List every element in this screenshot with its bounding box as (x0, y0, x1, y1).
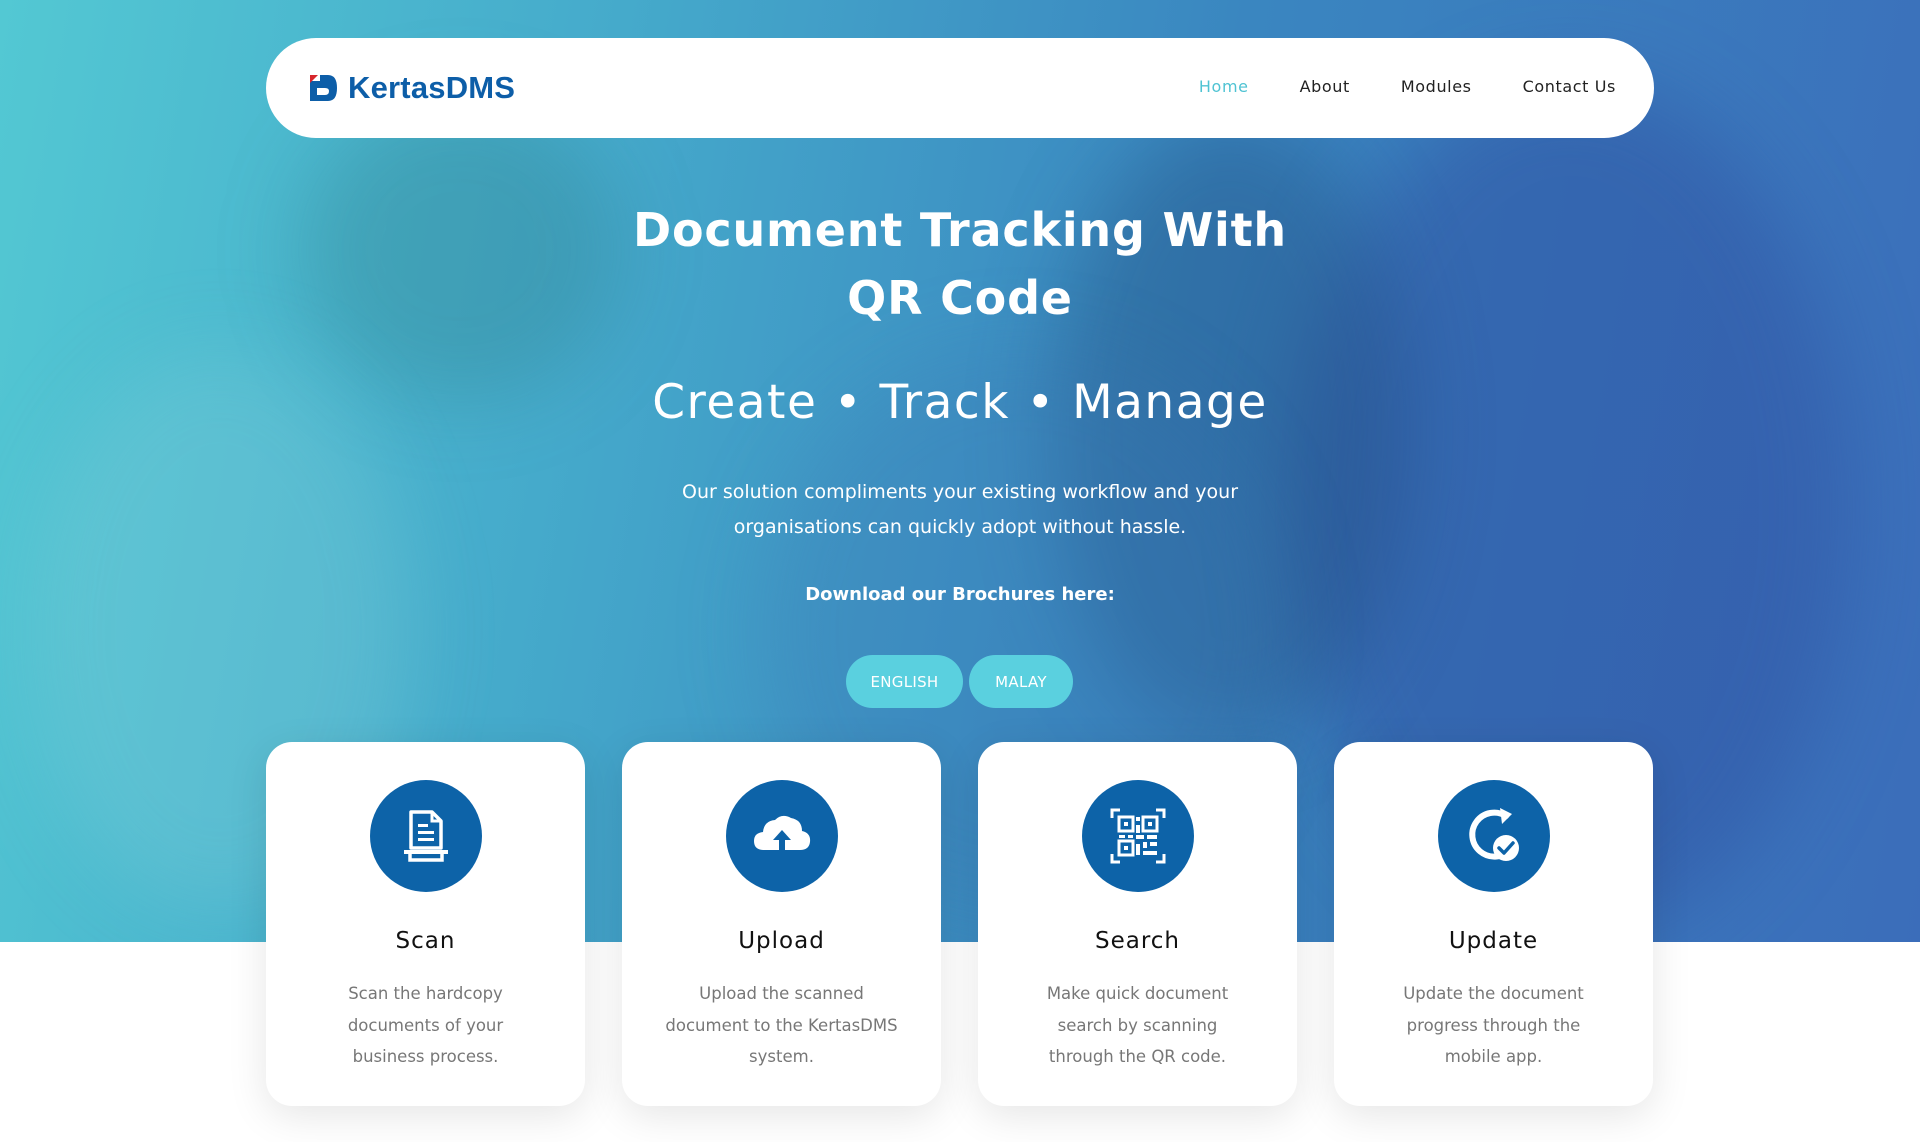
feature-description: Scan the hardcopy documents of your busi… (306, 978, 545, 1073)
hero-description-line-1: Our solution compliments your existing w… (681, 481, 1239, 503)
feature-description-line: Update the document (1403, 984, 1584, 1003)
feature-description: Update the document progress through the… (1374, 978, 1613, 1073)
feature-description: Upload the scanned document to the Kerta… (662, 978, 901, 1073)
hero-title: Document Tracking With QR Code (560, 196, 1360, 332)
feature-description-line: through the QR code. (1048, 1047, 1227, 1066)
hero-title-line-1: Document Tracking With (633, 203, 1287, 257)
search-icon-circle (1082, 780, 1194, 892)
feature-description-line: progress through the (1406, 1015, 1581, 1035)
feature-card-update: Update Update the document progress thro… (1334, 742, 1653, 1106)
feature-description-line: business process. (352, 1047, 499, 1066)
feature-title: Scan (395, 928, 456, 954)
feature-title: Update (1448, 928, 1539, 954)
logo-text: KertasDMS (348, 70, 516, 105)
nav-contact-us[interactable]: Contact Us (1523, 75, 1616, 99)
download-brochures-label: Download our Brochures here: (805, 584, 1115, 605)
feature-card-scan: Scan Scan the hardcopy documents of your… (266, 742, 585, 1106)
feature-description-line: document to the KertasDMS (665, 1015, 898, 1035)
nav-about[interactable]: About (1300, 75, 1350, 99)
feature-description-line: mobile app. (1444, 1047, 1543, 1066)
feature-cards: Scan Scan the hardcopy documents of your… (266, 742, 1654, 1106)
feature-description-line: search by scanning (1057, 1015, 1218, 1035)
hero-description: Our solution compliments your existing w… (660, 475, 1260, 545)
feature-description-line: Scan the hardcopy (348, 984, 503, 1003)
main-nav: Home About Modules Contact Us (1148, 75, 1616, 99)
malay-brochure-button[interactable]: MALAY (969, 655, 1073, 708)
kertasdms-logo-icon (310, 75, 337, 101)
feature-description-line: Upload the scanned (699, 984, 864, 1003)
update-icon-circle (1438, 780, 1550, 892)
feature-title: Upload (738, 928, 825, 954)
feature-description-line: documents of your (347, 1015, 504, 1035)
hero-description-line-2: organisations can quickly adopt without … (733, 516, 1187, 538)
brochure-buttons: ENGLISH MALAY (846, 655, 1073, 708)
hero-title-line-2: QR Code (847, 271, 1073, 325)
nav-modules[interactable]: Modules (1401, 75, 1472, 99)
hero-subtitle: Create • Track • Manage (652, 375, 1268, 430)
cloud-upload-icon (754, 815, 811, 850)
feature-description: Make quick document search by scanning t… (1018, 978, 1257, 1073)
feature-description-line: system. (749, 1047, 814, 1066)
nav-home[interactable]: Home (1199, 75, 1249, 99)
feature-description-line: Make quick document (1046, 984, 1229, 1003)
scan-document-icon (404, 810, 448, 862)
english-brochure-button[interactable]: ENGLISH (846, 655, 963, 708)
upload-icon-circle (726, 780, 838, 892)
feature-card-search: Search Make quick document search by sca… (978, 742, 1297, 1106)
refresh-check-icon (1469, 808, 1519, 861)
scan-icon-circle (370, 780, 482, 892)
feature-card-upload: Upload Upload the scanned document to th… (622, 742, 941, 1106)
navbar: KertasDMS Home About Modules Contact Us (266, 38, 1654, 138)
feature-title: Search (1094, 928, 1181, 954)
qr-code-icon (1110, 808, 1166, 864)
logo[interactable]: KertasDMS (306, 68, 515, 108)
